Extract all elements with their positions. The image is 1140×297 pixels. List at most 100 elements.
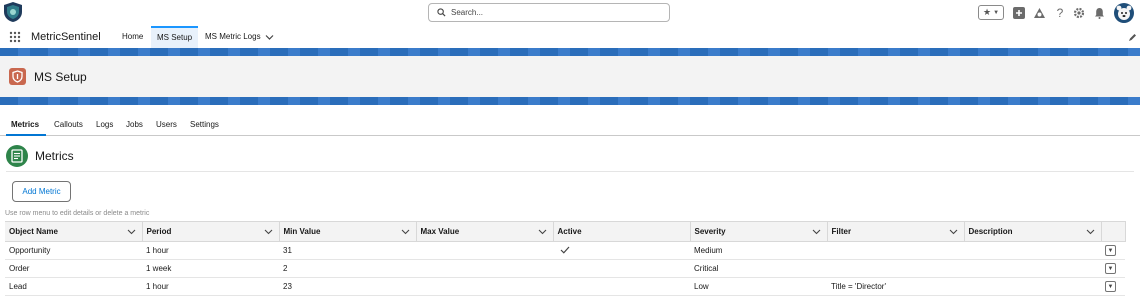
column-label: Severity (694, 227, 726, 236)
cell-filter (827, 241, 964, 260)
cell-severity: Low (690, 277, 827, 296)
column-header-description[interactable]: Description (964, 221, 1102, 242)
nav-tab-ms-setup[interactable]: MS Setup (151, 26, 199, 48)
cell-max-value (416, 277, 553, 296)
cell-description (964, 277, 1101, 296)
nav-tab-home[interactable]: Home (116, 26, 149, 48)
app-name: MetricSentinel (31, 31, 101, 43)
table-row: Order 1 week 2 Critical ▼ (5, 259, 1125, 278)
favorites-icon: ★ (982, 7, 992, 17)
cell-description (964, 259, 1101, 278)
avatar[interactable] (1114, 3, 1134, 23)
active-subtab-indicator (6, 134, 46, 136)
app-navigation-bar: MetricSentinel Home MS Setup MS Metric L… (0, 26, 1140, 48)
subtab-bar: Metrics Callouts Logs Jobs Users Setting… (0, 117, 1140, 136)
table-row: Lead 1 hour 23 Low Title = 'Director' ▼ (5, 277, 1125, 296)
setup-shield-icon (9, 68, 26, 85)
global-search-input[interactable]: Search... (428, 3, 670, 22)
subtab-users[interactable]: Users (156, 120, 177, 129)
column-label: Object Name (9, 227, 58, 236)
column-label: Period (146, 227, 172, 236)
search-icon (437, 8, 446, 19)
notifications-bell-icon[interactable] (1092, 4, 1106, 21)
chevron-down-icon[interactable] (264, 228, 273, 237)
column-label: Description (968, 227, 1013, 236)
cell-object-name: Opportunity (5, 241, 142, 260)
table-row: Opportunity 1 hour 31 Medium ▼ (5, 241, 1125, 260)
setup-gear-icon[interactable] (1072, 4, 1086, 21)
page-header: MS Setup (0, 56, 1140, 97)
cell-max-value (416, 241, 553, 260)
cell-severity: Critical (690, 259, 827, 278)
column-header-active[interactable]: Active (553, 221, 691, 242)
column-label: Min Value (283, 227, 321, 236)
subtab-logs[interactable]: Logs (96, 120, 113, 129)
cell-period: 1 hour (142, 277, 279, 296)
cell-row-actions: ▼ (1101, 241, 1125, 260)
chevron-down-icon[interactable] (127, 228, 136, 237)
subtab-jobs[interactable]: Jobs (126, 120, 143, 129)
cell-period: 1 week (142, 259, 279, 278)
column-header-severity[interactable]: Severity (690, 221, 828, 242)
row-menu-button[interactable]: ▼ (1105, 281, 1116, 293)
column-label: Filter (831, 227, 852, 236)
chevron-down-icon[interactable] (538, 228, 547, 237)
nav-tab-ms-metric-logs[interactable]: MS Metric Logs (199, 26, 263, 48)
metrics-icon (6, 145, 28, 167)
cell-description (964, 241, 1101, 260)
chevron-down-icon: ▼ (1107, 247, 1114, 254)
chevron-down-icon: ▼ (1107, 265, 1114, 272)
chevron-down-icon: ▼ (1107, 283, 1114, 290)
table-hint-text: Use row menu to edit details or delete a… (5, 210, 150, 217)
cell-active (553, 277, 690, 296)
cell-max-value (416, 259, 553, 278)
favorites-dropdown-icon: ▼ (993, 9, 1000, 16)
chevron-down-icon[interactable] (1086, 228, 1095, 237)
nav-chevron-icon[interactable] (265, 33, 274, 43)
column-header-min-value[interactable]: Min Value (279, 221, 417, 242)
add-metric-button[interactable]: Add Metric (12, 181, 71, 202)
cell-min-value: 2 (279, 259, 416, 278)
table-header-row: Object Name Period Min Value Max Value A… (5, 221, 1126, 242)
trailhead-icon[interactable] (1032, 4, 1046, 21)
cell-period: 1 hour (142, 241, 279, 260)
cell-active (553, 259, 690, 278)
org-logo (2, 1, 24, 23)
column-header-max-value[interactable]: Max Value (416, 221, 554, 242)
column-header-object-name[interactable]: Object Name (5, 221, 143, 242)
cell-filter: Title = 'Director' (827, 277, 964, 296)
section-divider (6, 171, 1134, 172)
edit-nav-pencil-icon[interactable] (1128, 33, 1137, 44)
help-icon[interactable]: ? (1054, 4, 1066, 21)
column-header-actions (1101, 221, 1126, 242)
cell-filter (827, 259, 964, 278)
column-header-period[interactable]: Period (142, 221, 280, 242)
cell-active (553, 241, 690, 260)
app-launcher-icon[interactable] (9, 31, 21, 43)
column-label: Max Value (420, 227, 460, 236)
chevron-down-icon[interactable] (401, 228, 410, 237)
decorative-banner-bottom (0, 97, 1140, 105)
global-actions-icon[interactable] (1012, 4, 1026, 21)
cell-row-actions: ▼ (1101, 277, 1125, 296)
decorative-banner-top (0, 48, 1140, 56)
subtab-settings[interactable]: Settings (190, 120, 219, 129)
row-menu-button[interactable]: ▼ (1105, 263, 1116, 275)
cell-object-name: Lead (5, 277, 142, 296)
page-title: MS Setup (34, 70, 87, 84)
checkmark-icon (560, 246, 570, 256)
favorites-button[interactable]: ★ ▼ (978, 5, 1004, 20)
cell-min-value: 31 (279, 241, 416, 260)
cell-severity: Medium (690, 241, 827, 260)
row-menu-button[interactable]: ▼ (1105, 245, 1116, 257)
cell-object-name: Order (5, 259, 142, 278)
cell-row-actions: ▼ (1101, 259, 1125, 278)
subtab-metrics[interactable]: Metrics (11, 120, 39, 129)
search-placeholder: Search... (451, 8, 484, 17)
metrics-table: Object Name Period Min Value Max Value A… (5, 221, 1126, 296)
column-header-filter[interactable]: Filter (827, 221, 965, 242)
chevron-down-icon[interactable] (812, 228, 821, 237)
subtab-callouts[interactable]: Callouts (54, 120, 83, 129)
chevron-down-icon[interactable] (949, 228, 958, 237)
global-header: Search... ★ ▼ ? (0, 0, 1140, 26)
